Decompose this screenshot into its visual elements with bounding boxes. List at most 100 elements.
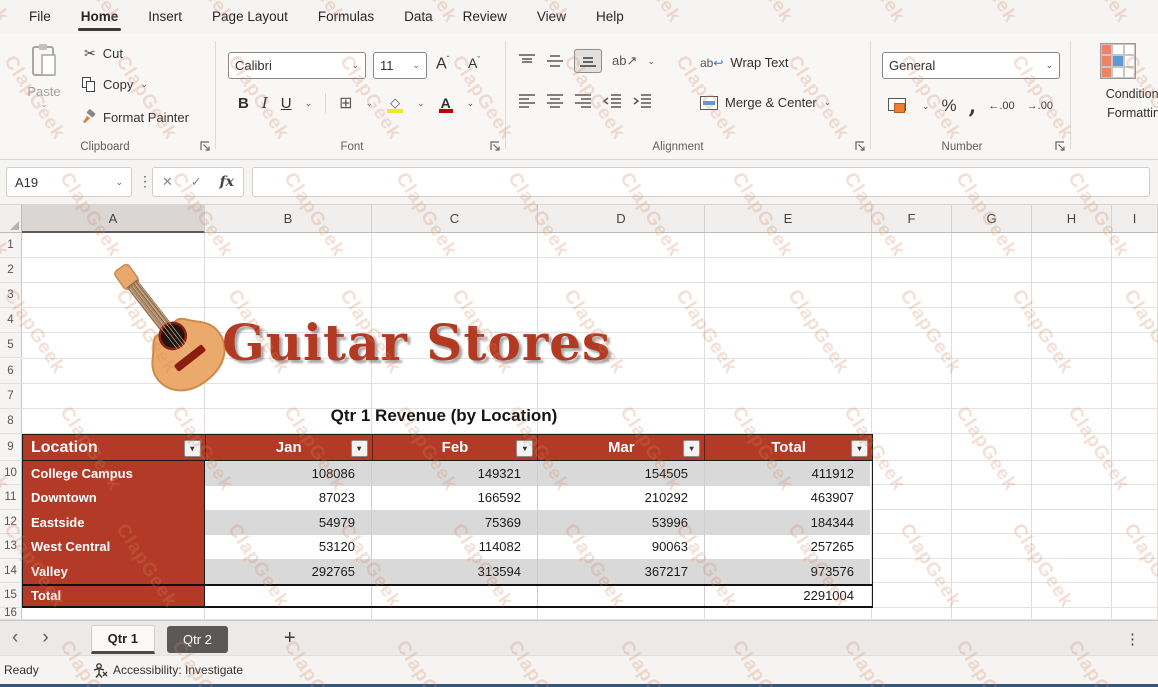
menu-tab-help[interactable]: Help bbox=[581, 0, 639, 33]
location-cell[interactable]: College Campus bbox=[23, 461, 205, 486]
comma-style-button[interactable]: , bbox=[969, 93, 977, 119]
bottom-align-button[interactable] bbox=[574, 49, 602, 73]
value-cell[interactable]: 257265 bbox=[705, 535, 870, 560]
filter-button-jan[interactable]: ▾ bbox=[351, 440, 368, 457]
logo-text[interactable]: Guitar Stores bbox=[222, 313, 692, 372]
copy-button[interactable]: Copy ⌄ bbox=[82, 77, 148, 92]
row-header-14[interactable]: 14 bbox=[0, 559, 22, 584]
spreadsheet-grid[interactable]: ABCDEFGHI 12345678910111213141516 Guitar… bbox=[0, 205, 1158, 620]
clipboard-dialog-launcher[interactable] bbox=[200, 141, 212, 153]
location-cell[interactable]: Downtown bbox=[23, 486, 205, 511]
accounting-chevron-icon[interactable]: ⌄ bbox=[922, 101, 930, 112]
increase-font-size-button[interactable]: Aˆ bbox=[436, 55, 449, 73]
location-cell[interactable]: West Central bbox=[23, 535, 205, 560]
table-header-jan[interactable]: Jan▾ bbox=[206, 435, 373, 460]
accessibility-status[interactable]: Accessibility: Investigate bbox=[92, 663, 243, 678]
formula-input[interactable] bbox=[252, 167, 1150, 197]
font-color-button[interactable]: A bbox=[438, 93, 454, 113]
row-header-15[interactable]: 15 bbox=[0, 583, 22, 608]
column-header-A[interactable]: A bbox=[22, 205, 205, 233]
value-cell[interactable]: 313594 bbox=[372, 559, 538, 584]
table-header-location[interactable]: Location▾ bbox=[23, 435, 206, 460]
row-header-12[interactable]: 12 bbox=[0, 510, 22, 535]
number-dialog-launcher[interactable] bbox=[1055, 141, 1067, 153]
underline-chevron-icon[interactable]: ⌄ bbox=[305, 98, 313, 109]
format-painter-button[interactable]: Format Painter bbox=[80, 109, 189, 125]
value-cell[interactable]: 184344 bbox=[705, 510, 870, 535]
filter-button-mar[interactable]: ▾ bbox=[683, 440, 700, 457]
filter-button-feb[interactable]: ▾ bbox=[516, 440, 533, 457]
row-header-11[interactable]: 11 bbox=[0, 485, 22, 510]
value-cell[interactable]: 210292 bbox=[538, 486, 705, 511]
accounting-format-button[interactable] bbox=[888, 98, 910, 114]
top-align-button[interactable] bbox=[518, 53, 536, 69]
sheet-title-cell[interactable]: Qtr 1 Revenue (by Location) bbox=[183, 406, 705, 433]
column-header-E[interactable]: E bbox=[705, 205, 872, 233]
wrap-text-button[interactable]: ab↩ Wrap Text bbox=[700, 55, 788, 70]
borders-button[interactable]: ⊞ bbox=[339, 93, 352, 113]
menu-tab-file[interactable]: File bbox=[14, 0, 66, 33]
underline-button[interactable]: U bbox=[281, 95, 292, 112]
filter-button-total[interactable]: ▾ bbox=[851, 440, 868, 457]
decrease-decimal-button[interactable]: →.00 bbox=[1027, 100, 1053, 112]
column-header-F[interactable]: F bbox=[872, 205, 952, 233]
menu-tab-page-layout[interactable]: Page Layout bbox=[197, 0, 303, 33]
column-header-B[interactable]: B bbox=[205, 205, 372, 233]
row-header-7[interactable]: 7 bbox=[0, 384, 22, 409]
alignment-dialog-launcher[interactable] bbox=[855, 141, 867, 153]
value-cell[interactable]: 292765 bbox=[205, 559, 372, 584]
table-header-total[interactable]: Total▾ bbox=[705, 435, 872, 460]
value-cell[interactable] bbox=[372, 586, 538, 607]
value-cell[interactable]: 463907 bbox=[705, 486, 870, 511]
orientation-button[interactable]: ab↗ bbox=[612, 53, 637, 69]
value-cell[interactable]: 166592 bbox=[372, 486, 538, 511]
value-cell[interactable]: 54979 bbox=[205, 510, 372, 535]
row-header-3[interactable]: 3 bbox=[0, 283, 22, 308]
column-header-I[interactable]: I bbox=[1112, 205, 1158, 233]
menu-tab-home[interactable]: Home bbox=[66, 0, 134, 33]
sheet-tab-qtr-1[interactable]: Qtr 1 bbox=[91, 625, 155, 654]
new-sheet-button[interactable]: + bbox=[284, 627, 296, 650]
increase-indent-button[interactable] bbox=[632, 93, 652, 109]
sheet-tab-qtr-2[interactable]: Qtr 2 bbox=[167, 626, 228, 653]
sheet-nav-right-icon[interactable]: › bbox=[30, 627, 60, 649]
cut-button[interactable]: ✂ Cut bbox=[84, 45, 123, 62]
menu-tab-data[interactable]: Data bbox=[389, 0, 448, 33]
value-cell[interactable]: 411912 bbox=[705, 461, 870, 486]
column-header-H[interactable]: H bbox=[1032, 205, 1112, 233]
font-name-combobox[interactable]: Calibri ⌄ bbox=[228, 52, 366, 79]
row-header-6[interactable]: 6 bbox=[0, 359, 22, 384]
bold-button[interactable]: B bbox=[238, 95, 249, 112]
value-cell[interactable]: 108086 bbox=[205, 461, 372, 486]
table-header-mar[interactable]: Mar▾ bbox=[538, 435, 705, 460]
orientation-chevron-icon[interactable]: ⌄ bbox=[647, 56, 655, 67]
decrease-font-size-button[interactable]: Aˇ bbox=[468, 55, 480, 71]
fill-color-chevron-icon[interactable]: ⌄ bbox=[417, 98, 425, 109]
value-cell[interactable]: 114082 bbox=[372, 535, 538, 560]
value-cell[interactable]: 367217 bbox=[538, 559, 705, 584]
decrease-indent-button[interactable] bbox=[602, 93, 622, 109]
location-cell[interactable]: Total bbox=[23, 586, 205, 607]
value-cell[interactable]: 90063 bbox=[538, 535, 705, 560]
value-cell[interactable]: 149321 bbox=[372, 461, 538, 486]
center-button[interactable] bbox=[546, 93, 564, 109]
revenue-table[interactable]: Location▾Jan▾Feb▾Mar▾Total▾College Campu… bbox=[22, 434, 873, 608]
font-dialog-launcher[interactable] bbox=[490, 141, 502, 153]
column-header-G[interactable]: G bbox=[952, 205, 1032, 233]
row-header-10[interactable]: 10 bbox=[0, 461, 22, 486]
value-cell[interactable]: 53120 bbox=[205, 535, 372, 560]
menu-tab-formulas[interactable]: Formulas bbox=[303, 0, 389, 33]
row-header-9[interactable]: 9 bbox=[0, 434, 22, 461]
merge-center-button[interactable]: Merge & Center ⌄ bbox=[700, 95, 831, 110]
number-format-combobox[interactable]: General ⌄ bbox=[882, 52, 1060, 79]
row-header-2[interactable]: 2 bbox=[0, 258, 22, 283]
borders-chevron-icon[interactable]: ⌄ bbox=[366, 98, 374, 109]
value-cell[interactable]: 75369 bbox=[372, 510, 538, 535]
font-color-chevron-icon[interactable]: ⌄ bbox=[467, 98, 475, 109]
row-header-13[interactable]: 13 bbox=[0, 534, 22, 559]
select-all-corner[interactable] bbox=[0, 205, 22, 233]
name-box[interactable]: A19 ⌄ bbox=[6, 167, 132, 197]
menu-tab-view[interactable]: View bbox=[522, 0, 581, 33]
increase-decimal-button[interactable]: ←.00 bbox=[988, 100, 1014, 112]
enter-icon[interactable]: ✓ bbox=[191, 174, 202, 190]
